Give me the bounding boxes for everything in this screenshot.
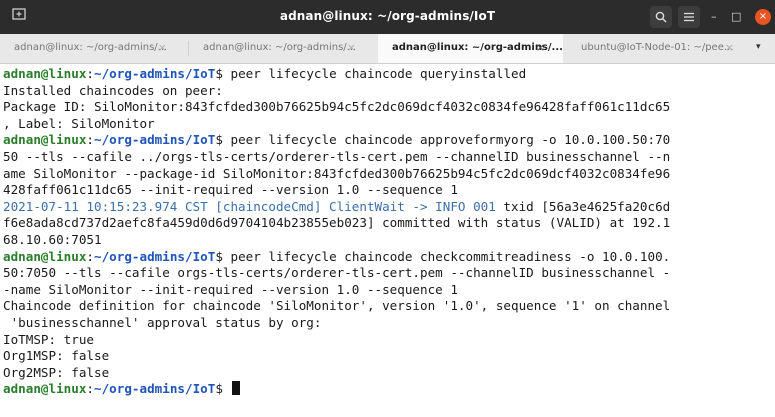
tab-2[interactable]: adnan@linux: ~/org-admins/... × xyxy=(189,34,374,63)
command-continuation: -name SiloMonitor --init-required --vers… xyxy=(3,281,458,297)
output-line: , Label: SiloMonitor xyxy=(3,115,155,131)
output-line: 'businesschannel' approval status by org… xyxy=(3,315,322,330)
prompt-userhost: adnan@linux xyxy=(3,132,87,148)
output-line: Org1MSP: false xyxy=(3,348,110,364)
prompt-colon: : xyxy=(86,66,94,81)
tab-1[interactable]: adnan@linux: ~/org-admins/... × xyxy=(0,34,185,63)
prompt-path: ~/org-admins/IoT xyxy=(94,381,216,397)
search-button[interactable] xyxy=(650,6,672,28)
tab-list-chevron-icon[interactable]: ▾ xyxy=(756,42,761,52)
prompt-userhost: adnan@linux xyxy=(3,381,87,397)
tab-label: adnan@linux: ~/org-admins/... xyxy=(14,42,168,53)
prompt-dollar: $ xyxy=(215,132,231,148)
maximize-button[interactable]: □ xyxy=(731,10,741,24)
prompt-colon: : xyxy=(86,248,94,264)
tab-close-icon[interactable]: × xyxy=(725,41,734,54)
tab-close-icon[interactable]: × xyxy=(158,41,167,54)
search-icon xyxy=(655,11,667,23)
close-button[interactable]: × xyxy=(755,9,771,25)
command-text: peer lifecycle chaincode queryinstalled xyxy=(230,66,527,81)
log-text: 2021-07-11 10:15:23.974 CST [chaincodeCm… xyxy=(3,198,496,214)
output-line: Org2MSP: false xyxy=(3,364,110,380)
prompt-dollar: $ xyxy=(215,248,231,264)
prompt-path: ~/org-admins/IoT xyxy=(94,248,216,264)
terminal-output[interactable]: adnan@linux:~/org-admins/IoT$ peer lifec… xyxy=(0,64,775,417)
prompt-line: adnan@linux:~/org-admins/IoT$ peer lifec… xyxy=(3,249,670,266)
command-text: peer lifecycle chaincode approveformyorg… xyxy=(230,132,671,148)
command-continuation: 50:7050 --tls --cafile orgs-tls-certs/or… xyxy=(3,265,671,281)
tab-close-icon[interactable]: × xyxy=(347,41,356,54)
prompt-userhost: adnan@linux xyxy=(3,248,87,264)
minimize-button[interactable]: – xyxy=(711,10,717,24)
prompt-userhost: adnan@linux xyxy=(3,66,87,81)
text-cursor xyxy=(231,381,240,396)
prompt-path: ~/org-admins/IoT xyxy=(94,66,216,81)
output-line: IoTMSP: true xyxy=(3,331,94,347)
output-line: 68.10.60:7051 xyxy=(3,232,102,247)
output-line: f6e8ada8cd737d2aefc8fa459d0d6d9704104b23… xyxy=(3,215,671,231)
prompt-line: adnan@linux:~/org-admins/IoT$ peer lifec… xyxy=(3,66,526,83)
output-line: Installed chaincodes on peer: xyxy=(3,82,223,98)
output-line: Package ID: SiloMonitor:843fcfded300b766… xyxy=(3,99,671,115)
prompt-dollar: $ xyxy=(215,381,231,397)
tab-label: ubuntu@IoT-Node-01: ~/pee... xyxy=(581,42,734,53)
tab-bar: adnan@linux: ~/org-admins/... × adnan@li… xyxy=(0,34,775,64)
tab-close-icon[interactable]: × xyxy=(536,41,545,54)
prompt-line: adnan@linux:~/org-admins/IoT$ peer lifec… xyxy=(3,132,670,149)
prompt-path: ~/org-admins/IoT xyxy=(94,132,216,148)
prompt-line: adnan@linux:~/org-admins/IoT$ xyxy=(3,381,240,398)
command-continuation: 50 --tls --cafile ../orgs-tls-certs/orde… xyxy=(3,149,671,164)
tab-3-active[interactable]: adnan@linux: ~/org-admins/... × xyxy=(378,34,563,63)
terminal-window: adnan@linux: ~/org-admins/IoT – □ × adna… xyxy=(0,0,775,417)
hamburger-menu-icon xyxy=(684,12,694,22)
title-bar[interactable]: adnan@linux: ~/org-admins/IoT – □ × xyxy=(0,0,775,34)
command-continuation: 428faff061c11dc65 --init-required --vers… xyxy=(3,182,458,198)
output-line: Chaincode definition for chaincode 'Silo… xyxy=(3,298,671,314)
command-continuation: ame SiloMonitor --package-id SiloMonitor… xyxy=(3,165,671,181)
prompt-dollar: $ xyxy=(215,66,231,81)
prompt-colon: : xyxy=(86,381,94,397)
command-text: peer lifecycle chaincode checkcommitread… xyxy=(230,248,671,264)
menu-button[interactable] xyxy=(678,6,700,28)
log-line: 2021-07-11 10:15:23.974 CST [chaincodeCm… xyxy=(3,199,670,216)
prompt-colon: : xyxy=(86,132,94,148)
tab-4[interactable]: ubuntu@IoT-Node-01: ~/pee... × xyxy=(567,34,752,63)
tab-label: adnan@linux: ~/org-admins/... xyxy=(203,42,357,53)
log-txid: txid [56a3e4625fa20c6d xyxy=(495,198,671,214)
